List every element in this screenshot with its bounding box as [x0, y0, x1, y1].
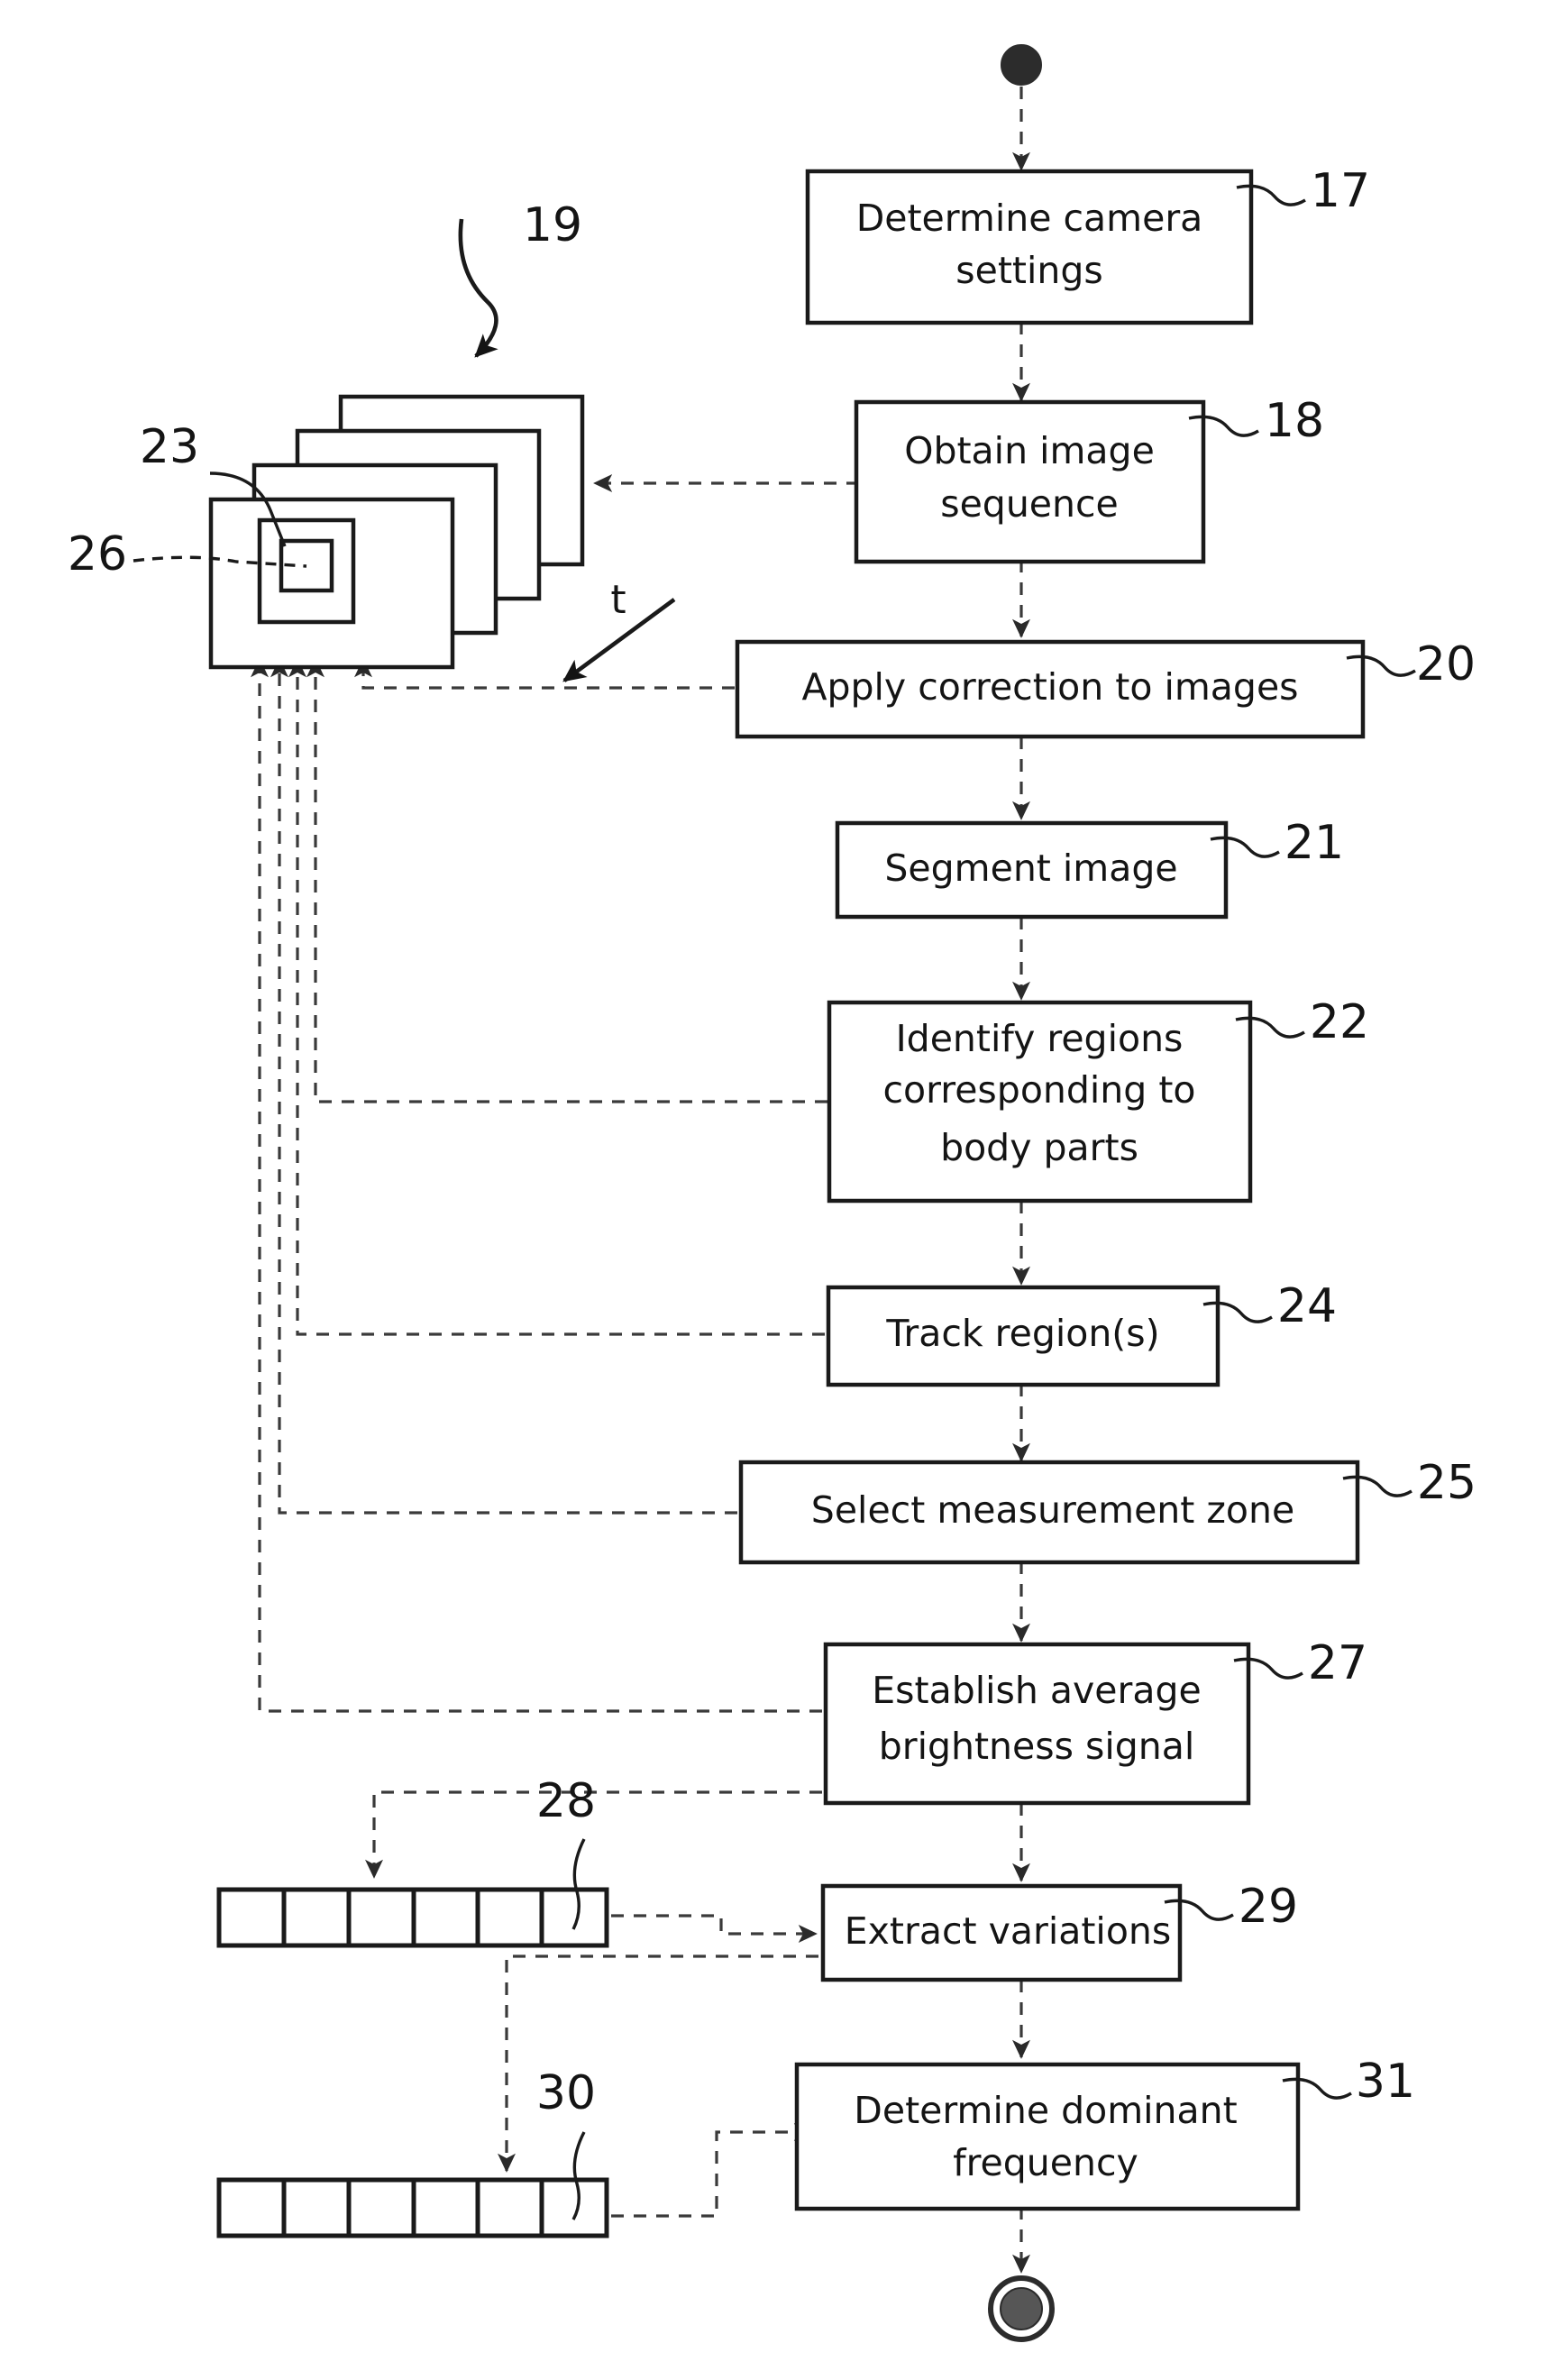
ref-numeral-31: 31 [1356, 2055, 1415, 2109]
step-17-line-2: settings [955, 249, 1103, 292]
figure-canvas: Determine camera settings Obtain image s… [0, 0, 1545, 2380]
step-24-line-1: Track region(s) [885, 1312, 1159, 1355]
time-axis-label: t [610, 577, 626, 623]
ref-numeral-20: 20 [1416, 637, 1476, 691]
ref-numeral-30: 30 [536, 2066, 596, 2120]
feedback-29-to-strip30 [498, 1954, 818, 2173]
step-17-line-1: Determine camera [856, 197, 1203, 240]
step-25-line-1: Select measurement zone [811, 1488, 1294, 1532]
step-22-line-3: body parts [940, 1126, 1138, 1169]
ref-numeral-27: 27 [1308, 1636, 1367, 1690]
step-20-line-1: Apply correction to images [801, 665, 1298, 709]
ref-numeral-26: 26 [68, 527, 127, 581]
step-27-line-1: Establish average [872, 1669, 1202, 1712]
ref-numeral-28: 28 [536, 1774, 596, 1828]
step-21-line-1: Segment image [884, 847, 1177, 890]
step-27-line-2: brightness signal [879, 1725, 1195, 1768]
ref-numeral-23: 23 [140, 420, 199, 474]
step-18-line-1: Obtain image [904, 429, 1155, 472]
ref-numeral-19: 19 [523, 198, 582, 252]
link-strip30-to-31 [611, 2123, 813, 2218]
feedback-27-to-strip28 [365, 1790, 822, 1879]
step-22-line-2: corresponding to [882, 1068, 1195, 1112]
step-18-line-2: sequence [940, 482, 1119, 526]
feedback-27-to-stack [251, 658, 822, 1713]
ref-numeral-17: 17 [1311, 164, 1370, 218]
ref-numeral-29: 29 [1239, 1880, 1298, 1934]
start-node [1001, 44, 1042, 86]
ref-numeral-21: 21 [1284, 816, 1344, 870]
ref-numeral-25: 25 [1417, 1456, 1476, 1510]
step-22-line-1: Identify regions [896, 1017, 1184, 1060]
feedback-25-to-stack [270, 658, 737, 1515]
feedback-24-to-stack [288, 658, 825, 1336]
ref-numeral-22: 22 [1310, 995, 1369, 1049]
ref-numeral-24: 24 [1277, 1279, 1337, 1333]
step-29-line-1: Extract variations [845, 1909, 1172, 1953]
step-31-line-1: Determine dominant [854, 2089, 1237, 2132]
ref-numeral-18: 18 [1265, 394, 1324, 448]
step-box-17[interactable] [805, 169, 1254, 325]
end-node-core [1000, 2287, 1043, 2330]
leader-19-arrow [458, 218, 498, 358]
link-strip28-to-29 [611, 1914, 818, 1943]
step-box-31[interactable] [794, 2062, 1301, 2211]
flowchart-svg: Determine camera settings Obtain image s… [68, 44, 1476, 2342]
step-31-line-2: frequency [953, 2141, 1138, 2184]
